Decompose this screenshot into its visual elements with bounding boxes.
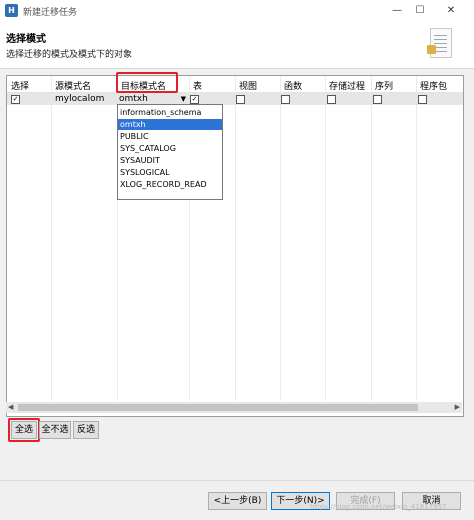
procedure-checkbox[interactable] <box>327 95 336 104</box>
schema-table: 选择 源模式名 目标模式名 表 视图 函数 存储过程 序列 程序包 ✓ mylo… <box>6 75 464 417</box>
view-checkbox[interactable] <box>236 95 245 104</box>
maximize-icon[interactable]: ☐ <box>409 2 431 20</box>
window-title: 新建迁移任务 <box>23 8 78 18</box>
page-description: 选择迁移的模式及模式下的对象 <box>6 50 133 60</box>
minimize-icon[interactable]: — <box>386 2 408 20</box>
document-icon <box>427 28 452 58</box>
scroll-left-icon[interactable]: ◀ <box>8 403 13 411</box>
dropdown-option[interactable]: SYSAUDIT <box>118 155 222 166</box>
scroll-right-icon[interactable]: ▶ <box>455 403 460 411</box>
dropdown-option[interactable]: SYS_CATALOG <box>118 143 222 154</box>
target-schema-dropdown[interactable]: information_schema omtxh PUBLIC SYS_CATA… <box>117 104 223 200</box>
column-divider <box>416 76 417 401</box>
footer-divider <box>0 480 474 481</box>
wizard-header: 选择模式 选择迁移的模式及模式下的对象 <box>0 22 474 69</box>
dropdown-option[interactable]: XLOG_RECORD_READ <box>118 179 222 190</box>
close-icon[interactable]: ✕ <box>440 2 462 20</box>
package-checkbox[interactable] <box>418 95 427 104</box>
table-row[interactable]: ✓ mylocalom omtxh ▼ ✓ <box>7 93 463 105</box>
col-function[interactable]: 函数 <box>284 79 302 92</box>
column-divider <box>371 76 372 401</box>
invert-selection-button[interactable]: 反选 <box>73 421 99 439</box>
page-title: 选择模式 <box>6 34 46 45</box>
col-select[interactable]: 选择 <box>11 79 29 92</box>
highlight-select-all <box>8 418 40 442</box>
dropdown-option[interactable]: PUBLIC <box>118 131 222 142</box>
column-divider <box>51 76 52 401</box>
col-view[interactable]: 视图 <box>239 79 257 92</box>
select-none-button[interactable]: 全不选 <box>39 421 71 439</box>
dropdown-option[interactable]: information_schema <box>118 107 222 118</box>
target-schema-value: omtxh <box>119 94 148 104</box>
sequence-checkbox[interactable] <box>373 95 382 104</box>
watermark: https://blog.csdn.net/weixin_41817957 <box>310 503 447 511</box>
source-schema-cell: mylocalom <box>55 94 105 104</box>
col-package[interactable]: 程序包 <box>420 79 447 92</box>
title-bar: H 新建迁移任务 — ☐ ✕ <box>0 0 474 22</box>
dropdown-option-selected[interactable]: omtxh <box>118 119 222 130</box>
col-source-schema[interactable]: 源模式名 <box>55 79 91 92</box>
horizontal-scrollbar[interactable]: ◀ ▶ <box>6 402 462 413</box>
col-sequence[interactable]: 序列 <box>375 79 393 92</box>
column-divider <box>325 76 326 401</box>
back-button[interactable]: <上一步(B) <box>208 492 267 510</box>
function-checkbox[interactable] <box>281 95 290 104</box>
column-divider <box>235 76 236 401</box>
col-procedure[interactable]: 存储过程 <box>329 79 365 92</box>
table-checkbox[interactable]: ✓ <box>190 95 199 104</box>
select-checkbox[interactable]: ✓ <box>11 95 20 104</box>
col-table[interactable]: 表 <box>193 79 202 92</box>
app-icon: H <box>5 4 18 17</box>
scrollbar-thumb[interactable] <box>18 404 418 411</box>
column-divider <box>280 76 281 401</box>
dropdown-option[interactable]: SYSLOGICAL <box>118 167 222 178</box>
highlight-target-header <box>116 72 178 93</box>
